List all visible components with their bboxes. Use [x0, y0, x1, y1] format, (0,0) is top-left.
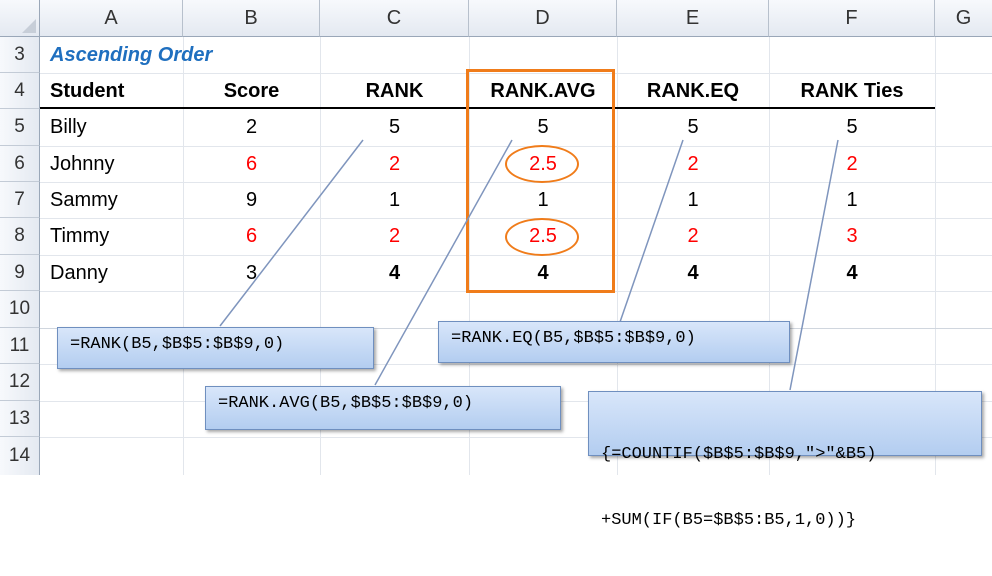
row-header-7[interactable]: 7 — [0, 182, 40, 218]
cell-score[interactable]: 6 — [183, 146, 320, 182]
rank-eq-formula-callout: =RANK.EQ(B5,$B$5:$B$9,0) — [438, 321, 790, 363]
cell-student[interactable]: Danny — [40, 255, 183, 291]
rank-ties-formula-line2: +SUM(IF(B5=$B$5:B5,1,0))} — [601, 511, 857, 530]
cell-score[interactable]: 2 — [183, 109, 320, 145]
row-header-14[interactable]: 14 — [0, 437, 40, 475]
tie-highlight-ellipse — [505, 218, 579, 256]
header-student[interactable]: Student — [40, 73, 183, 109]
column-header-b[interactable]: B — [183, 0, 320, 37]
header-rank[interactable]: RANK — [320, 73, 469, 109]
cell-rank-ties[interactable]: 3 — [769, 218, 935, 254]
column-header-e[interactable]: E — [617, 0, 769, 37]
cell-rank[interactable]: 2 — [320, 218, 469, 254]
row-header-11[interactable]: 11 — [0, 328, 40, 364]
cell-score[interactable]: 6 — [183, 218, 320, 254]
row-header-12[interactable]: 12 — [0, 364, 40, 401]
column-header-f[interactable]: F — [769, 0, 935, 37]
cell-rank[interactable]: 5 — [320, 109, 469, 145]
row-header-4[interactable]: 4 — [0, 73, 40, 109]
section-title[interactable]: Ascending Order — [40, 37, 300, 73]
rank-ties-formula-line1: {=COUNTIF($B$5:$B$9,">"&B5) — [601, 445, 877, 464]
row-header-5[interactable]: 5 — [0, 109, 40, 146]
rank-formula-callout: =RANK(B5,$B$5:$B$9,0) — [57, 327, 374, 369]
rank-avg-formula-callout: =RANK.AVG(B5,$B$5:$B$9,0) — [205, 386, 561, 430]
cell-rank-ties[interactable]: 5 — [769, 109, 935, 145]
cell-score[interactable]: 9 — [183, 182, 320, 218]
cell-rank[interactable]: 2 — [320, 146, 469, 182]
row-header-3[interactable]: 3 — [0, 37, 40, 73]
column-header-g[interactable]: G — [935, 0, 992, 37]
cell-rank-ties[interactable]: 1 — [769, 182, 935, 218]
cell-student[interactable]: Timmy — [40, 218, 183, 254]
column-header-c[interactable]: C — [320, 0, 469, 37]
cell-student[interactable]: Billy — [40, 109, 183, 145]
row-header-13[interactable]: 13 — [0, 401, 40, 437]
cell-rank[interactable]: 1 — [320, 182, 469, 218]
row-header-10[interactable]: 10 — [0, 291, 40, 328]
row-header-6[interactable]: 6 — [0, 146, 40, 182]
rank-ties-formula-callout: {=COUNTIF($B$5:$B$9,">"&B5) +SUM(IF(B5=$… — [588, 391, 982, 530]
column-header-d[interactable]: D — [469, 0, 617, 37]
cell-score[interactable]: 3 — [183, 255, 320, 291]
header-score[interactable]: Score — [183, 73, 320, 109]
header-rank-ties[interactable]: RANK Ties — [769, 73, 935, 109]
cell-rank-eq[interactable]: 2 — [617, 146, 769, 182]
cell-rank-eq[interactable]: 1 — [617, 182, 769, 218]
column-header-a[interactable]: A — [40, 0, 183, 37]
select-all-corner[interactable] — [0, 0, 40, 37]
row-header-8[interactable]: 8 — [0, 218, 40, 255]
header-rank-eq[interactable]: RANK.EQ — [617, 73, 769, 109]
cell-rank-eq[interactable]: 2 — [617, 218, 769, 254]
cell-student[interactable]: Sammy — [40, 182, 183, 218]
spreadsheet: A B C D E F G 3 4 5 6 7 8 9 10 11 12 13 … — [0, 0, 992, 530]
cell-rank-eq[interactable]: 4 — [617, 255, 769, 291]
cell-rank-ties[interactable]: 4 — [769, 255, 935, 291]
select-all-triangle-icon — [22, 19, 36, 33]
tie-highlight-ellipse — [505, 145, 579, 183]
cell-rank-ties[interactable]: 2 — [769, 146, 935, 182]
row-header-9[interactable]: 9 — [0, 255, 40, 291]
cell-student[interactable]: Johnny — [40, 146, 183, 182]
cell-rank[interactable]: 4 — [320, 255, 469, 291]
cell-rank-eq[interactable]: 5 — [617, 109, 769, 145]
